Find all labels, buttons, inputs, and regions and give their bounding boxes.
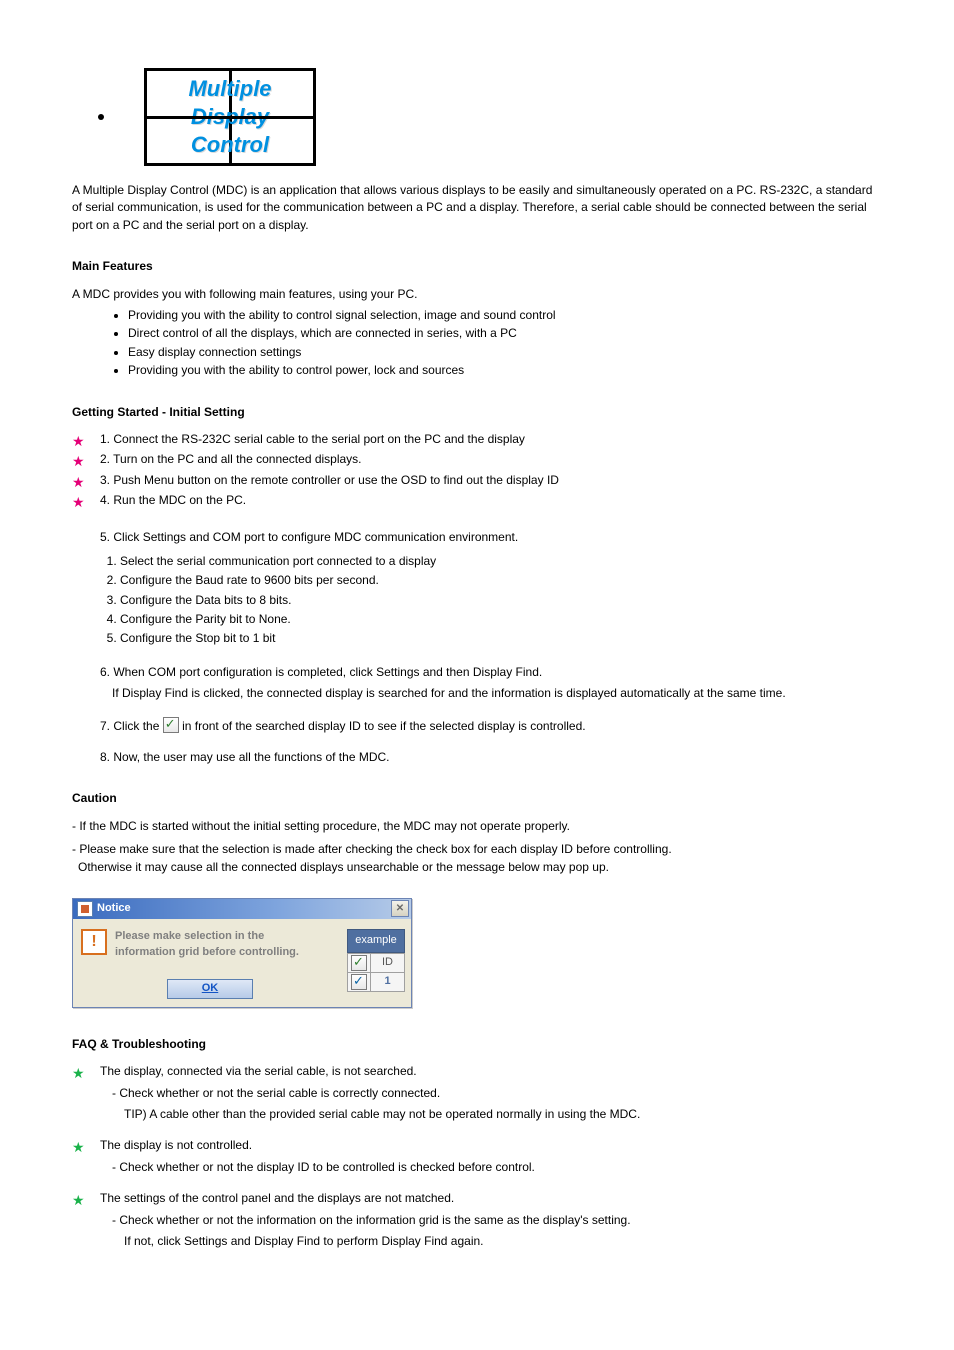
- close-button[interactable]: ✕: [391, 900, 409, 917]
- warning-icon: !: [81, 929, 107, 955]
- getting-started-steps: 1. Connect the RS-232C serial cable to t…: [72, 431, 882, 510]
- step-item: 2. Turn on the PC and all the connected …: [72, 451, 882, 468]
- notice-titlebar: Notice ✕: [73, 899, 411, 919]
- example-box: example ID 1: [347, 929, 405, 999]
- step-5-sublist: Select the serial communication port con…: [72, 553, 882, 648]
- checkbox-icon: [163, 717, 179, 733]
- logo-row: Multiple Display Control: [72, 0, 882, 166]
- logo-line1: Multiple: [188, 75, 271, 103]
- step-5: 5. Click Settings and COM port to config…: [72, 529, 882, 546]
- faq-heading: FAQ & Troubleshooting: [72, 1036, 882, 1053]
- faq-q1-a: - Check whether or not the serial cable …: [72, 1085, 882, 1102]
- faq-q1-q: The display, connected via the serial ca…: [72, 1063, 882, 1080]
- notice-title-text: Notice: [97, 901, 391, 917]
- caution-line3: Otherwise it may cause all the connected…: [72, 859, 882, 876]
- caution-line2: - Please make sure that the selection is…: [72, 841, 882, 858]
- step-6b: If Display Find is clicked, the connecte…: [72, 685, 882, 702]
- step-7: 7. Click the in front of the searched di…: [72, 717, 882, 735]
- main-features-heading: Main Features: [72, 258, 882, 275]
- example-id-value: 1: [371, 974, 404, 990]
- caution-line1: - If the MDC is started without the init…: [72, 818, 882, 835]
- faq-q1-tip: TIP) A cable other than the provided ser…: [72, 1106, 882, 1123]
- checkbox-icon: [351, 955, 367, 971]
- list-item: Easy display connection settings: [128, 344, 882, 361]
- list-item: Providing you with the ability to contro…: [128, 362, 882, 379]
- list-item: Select the serial communication port con…: [120, 553, 882, 570]
- example-label: example: [347, 929, 405, 953]
- notice-message: Please make selection in the information…: [115, 929, 299, 961]
- faq-q1: The display, connected via the serial ca…: [72, 1063, 882, 1080]
- list-item: Configure the Parity bit to None.: [120, 611, 882, 628]
- intro-text: A Multiple Display Control (MDC) is an a…: [72, 182, 882, 234]
- example-id-header: ID: [371, 955, 404, 971]
- notice-dialog-wrap: Notice ✕ ! Please make selection in the …: [72, 898, 882, 1008]
- checkbox-icon: [351, 974, 367, 990]
- list-item: Configure the Baud rate to 9600 bits per…: [120, 572, 882, 589]
- faq-q2-q: The display is not controlled.: [72, 1137, 882, 1154]
- bullet-icon: [98, 114, 104, 120]
- step-item: 3. Push Menu button on the remote contro…: [72, 472, 882, 489]
- faq-q2-a: - Check whether or not the display ID to…: [72, 1159, 882, 1176]
- mdc-logo: Multiple Display Control: [144, 68, 316, 166]
- faq-q2: The display is not controlled.: [72, 1137, 882, 1154]
- logo-line3: Control: [191, 131, 269, 159]
- getting-started-heading: Getting Started - Initial Setting: [72, 404, 882, 421]
- faq-q3-a1: - Check whether or not the information o…: [72, 1212, 882, 1229]
- list-item: Configure the Stop bit to 1 bit: [120, 630, 882, 647]
- step-item: 4. Run the MDC on the PC.: [72, 492, 882, 509]
- step-6: 6. When COM port configuration is comple…: [72, 664, 882, 681]
- faq-q3: The settings of the control panel and th…: [72, 1190, 882, 1207]
- ok-button[interactable]: OK: [167, 979, 253, 999]
- main-features-list: Providing you with the ability to contro…: [72, 307, 882, 380]
- list-item: Configure the Data bits to 8 bits.: [120, 592, 882, 609]
- step-8: 8. Now, the user may use all the functio…: [72, 749, 882, 766]
- step-item: 1. Connect the RS-232C serial cable to t…: [72, 431, 882, 448]
- logo-line2: Display: [191, 103, 269, 131]
- main-features-lead: A MDC provides you with following main f…: [72, 286, 882, 303]
- caution-heading: Caution: [72, 790, 882, 807]
- app-icon: [77, 901, 93, 917]
- faq-q3-q: The settings of the control panel and th…: [72, 1190, 882, 1207]
- notice-dialog: Notice ✕ ! Please make selection in the …: [72, 898, 412, 1008]
- list-item: Providing you with the ability to contro…: [128, 307, 882, 324]
- list-item: Direct control of all the displays, whic…: [128, 325, 882, 342]
- faq-q3-a2: If not, click Settings and Display Find …: [72, 1233, 882, 1250]
